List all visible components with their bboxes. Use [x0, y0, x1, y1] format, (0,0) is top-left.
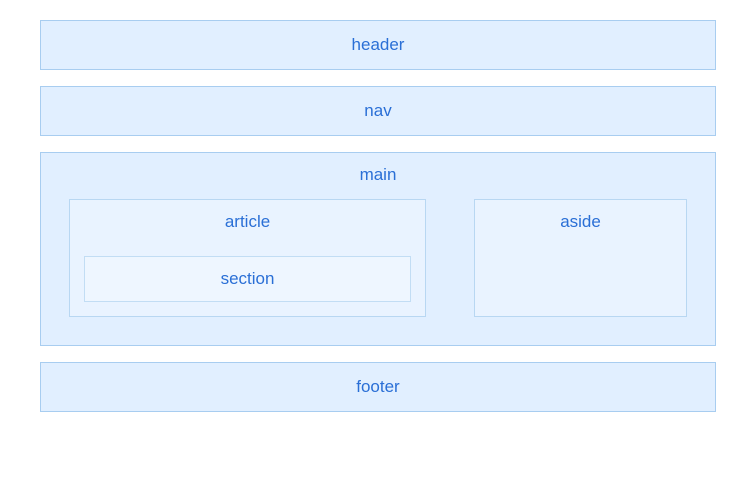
aside-label: aside [475, 212, 686, 232]
nav-label: nav [364, 101, 391, 120]
main-inner: article section aside [69, 199, 687, 317]
section-label: section [221, 269, 275, 288]
nav-region: nav [40, 86, 716, 136]
header-label: header [352, 35, 405, 54]
footer-region: footer [40, 362, 716, 412]
section-region: section [84, 256, 411, 302]
footer-label: footer [356, 377, 399, 396]
aside-region: aside [474, 199, 687, 317]
main-region: main article section aside [40, 152, 716, 346]
layout-diagram: header nav main article section aside fo… [40, 20, 716, 412]
article-label: article [84, 212, 411, 232]
header-region: header [40, 20, 716, 70]
article-region: article section [69, 199, 426, 317]
main-label: main [69, 165, 687, 185]
